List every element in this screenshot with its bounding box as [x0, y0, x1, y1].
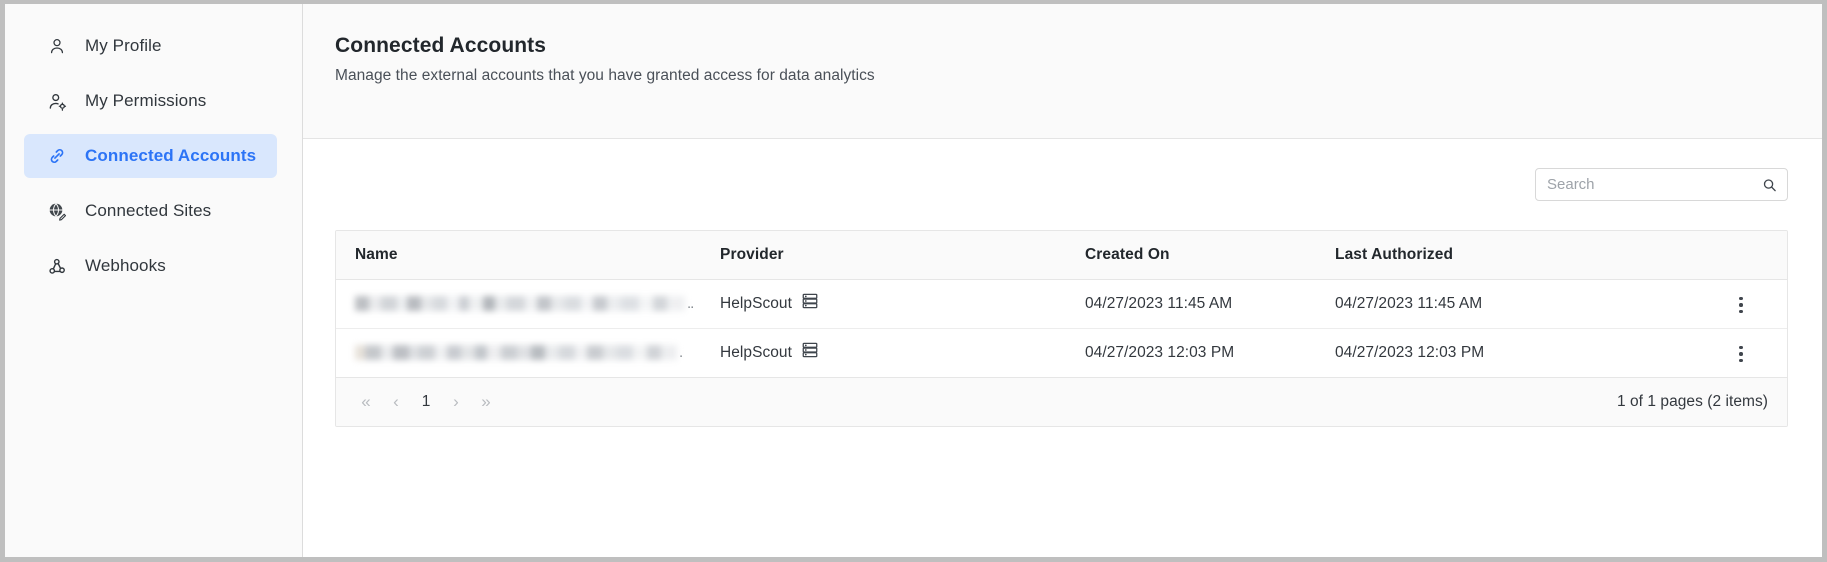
user-gear-icon — [46, 90, 68, 112]
search-icon[interactable] — [1762, 177, 1777, 192]
page-title: Connected Accounts — [335, 34, 547, 57]
last-page-button[interactable]: » — [475, 390, 497, 414]
search-box[interactable] — [1535, 168, 1788, 201]
search-input[interactable] — [1536, 169, 1787, 200]
column-header-actions — [1695, 231, 1787, 280]
cell-provider: HelpScout — [701, 279, 1066, 329]
main-content: Connected Accounts Manage the external a… — [303, 4, 1822, 557]
cell-actions — [1695, 279, 1787, 329]
first-page-button[interactable]: « — [355, 390, 377, 414]
name-truncation: . — [679, 344, 683, 361]
sidebar-item-label: Webhooks — [85, 256, 166, 275]
user-icon — [46, 35, 68, 57]
next-page-button[interactable]: › — [445, 390, 467, 414]
kebab-menu-icon[interactable] — [1726, 339, 1756, 369]
cell-name: .. — [336, 279, 701, 329]
table-body: .. HelpScout 04/27/2023 11:45 AM 04/27/2… — [336, 279, 1787, 378]
table-header-row: Name Provider Created On Last Authorized — [336, 231, 1787, 280]
content-area: Name Provider Created On Last Authorized — [303, 139, 1822, 557]
cell-created-on: 04/27/2023 11:45 AM — [1066, 279, 1316, 329]
provider-label: HelpScout — [720, 343, 792, 361]
table-header: Name Provider Created On Last Authorized — [336, 231, 1787, 280]
sidebar-nav: My Profile My Permissions Connected Acco… — [5, 4, 303, 557]
search-row — [335, 139, 1788, 230]
server-stack-icon — [801, 292, 819, 315]
webhook-icon — [46, 255, 68, 277]
table-footer: « ‹ 1 › » 1 of 1 pages (2 items) — [336, 377, 1787, 426]
pagination-controls: « ‹ 1 › » — [355, 390, 497, 414]
name-truncation: .. — [687, 295, 694, 312]
globe-pencil-icon — [46, 200, 68, 222]
page-header: Connected Accounts Manage the external a… — [303, 4, 1822, 139]
redacted-account-name — [355, 345, 677, 360]
page-number-1[interactable]: 1 — [415, 390, 437, 414]
sidebar-item-webhooks[interactable]: Webhooks — [24, 244, 277, 288]
kebab-menu-icon[interactable] — [1726, 290, 1756, 320]
table-row[interactable]: . HelpScout 04/27/2023 12:03 PM 04/27/20… — [336, 328, 1787, 378]
cell-name: . — [336, 328, 701, 378]
pagination-summary: 1 of 1 pages (2 items) — [1616, 392, 1768, 410]
sidebar-item-my-permissions[interactable]: My Permissions — [24, 79, 277, 123]
connected-accounts-table: Name Provider Created On Last Authorized — [335, 230, 1788, 427]
sidebar-item-label: Connected Accounts — [85, 146, 257, 165]
sidebar-item-connected-accounts[interactable]: Connected Accounts — [24, 134, 277, 178]
sidebar-item-label: My Permissions — [85, 91, 207, 110]
column-header-last-authorized[interactable]: Last Authorized — [1316, 231, 1695, 280]
server-stack-icon — [801, 341, 819, 364]
pagination-bar: « ‹ 1 › » 1 of 1 pages (2 items) — [336, 377, 1787, 426]
sidebar-item-label: Connected Sites — [85, 201, 212, 220]
column-header-provider[interactable]: Provider — [701, 231, 1066, 280]
cell-created-on: 04/27/2023 12:03 PM — [1066, 328, 1316, 378]
page-subtitle: Manage the external accounts that you ha… — [335, 67, 875, 84]
table-row[interactable]: .. HelpScout 04/27/2023 11:45 AM 04/27/2… — [336, 279, 1787, 329]
redacted-account-name — [355, 296, 685, 311]
column-header-created-on[interactable]: Created On — [1066, 231, 1316, 280]
sidebar-item-label: My Profile — [85, 36, 162, 55]
sidebar-item-my-profile[interactable]: My Profile — [24, 24, 277, 68]
cell-actions — [1695, 328, 1787, 378]
link-icon — [46, 145, 68, 167]
cell-provider: HelpScout — [701, 328, 1066, 378]
provider-label: HelpScout — [720, 294, 792, 312]
cell-last-authorized: 04/27/2023 12:03 PM — [1316, 328, 1695, 378]
cell-last-authorized: 04/27/2023 11:45 AM — [1316, 279, 1695, 329]
column-header-name[interactable]: Name — [336, 231, 701, 280]
prev-page-button[interactable]: ‹ — [385, 390, 407, 414]
sidebar-item-connected-sites[interactable]: Connected Sites — [24, 189, 277, 233]
settings-page: My Profile My Permissions Connected Acco… — [0, 0, 1827, 562]
